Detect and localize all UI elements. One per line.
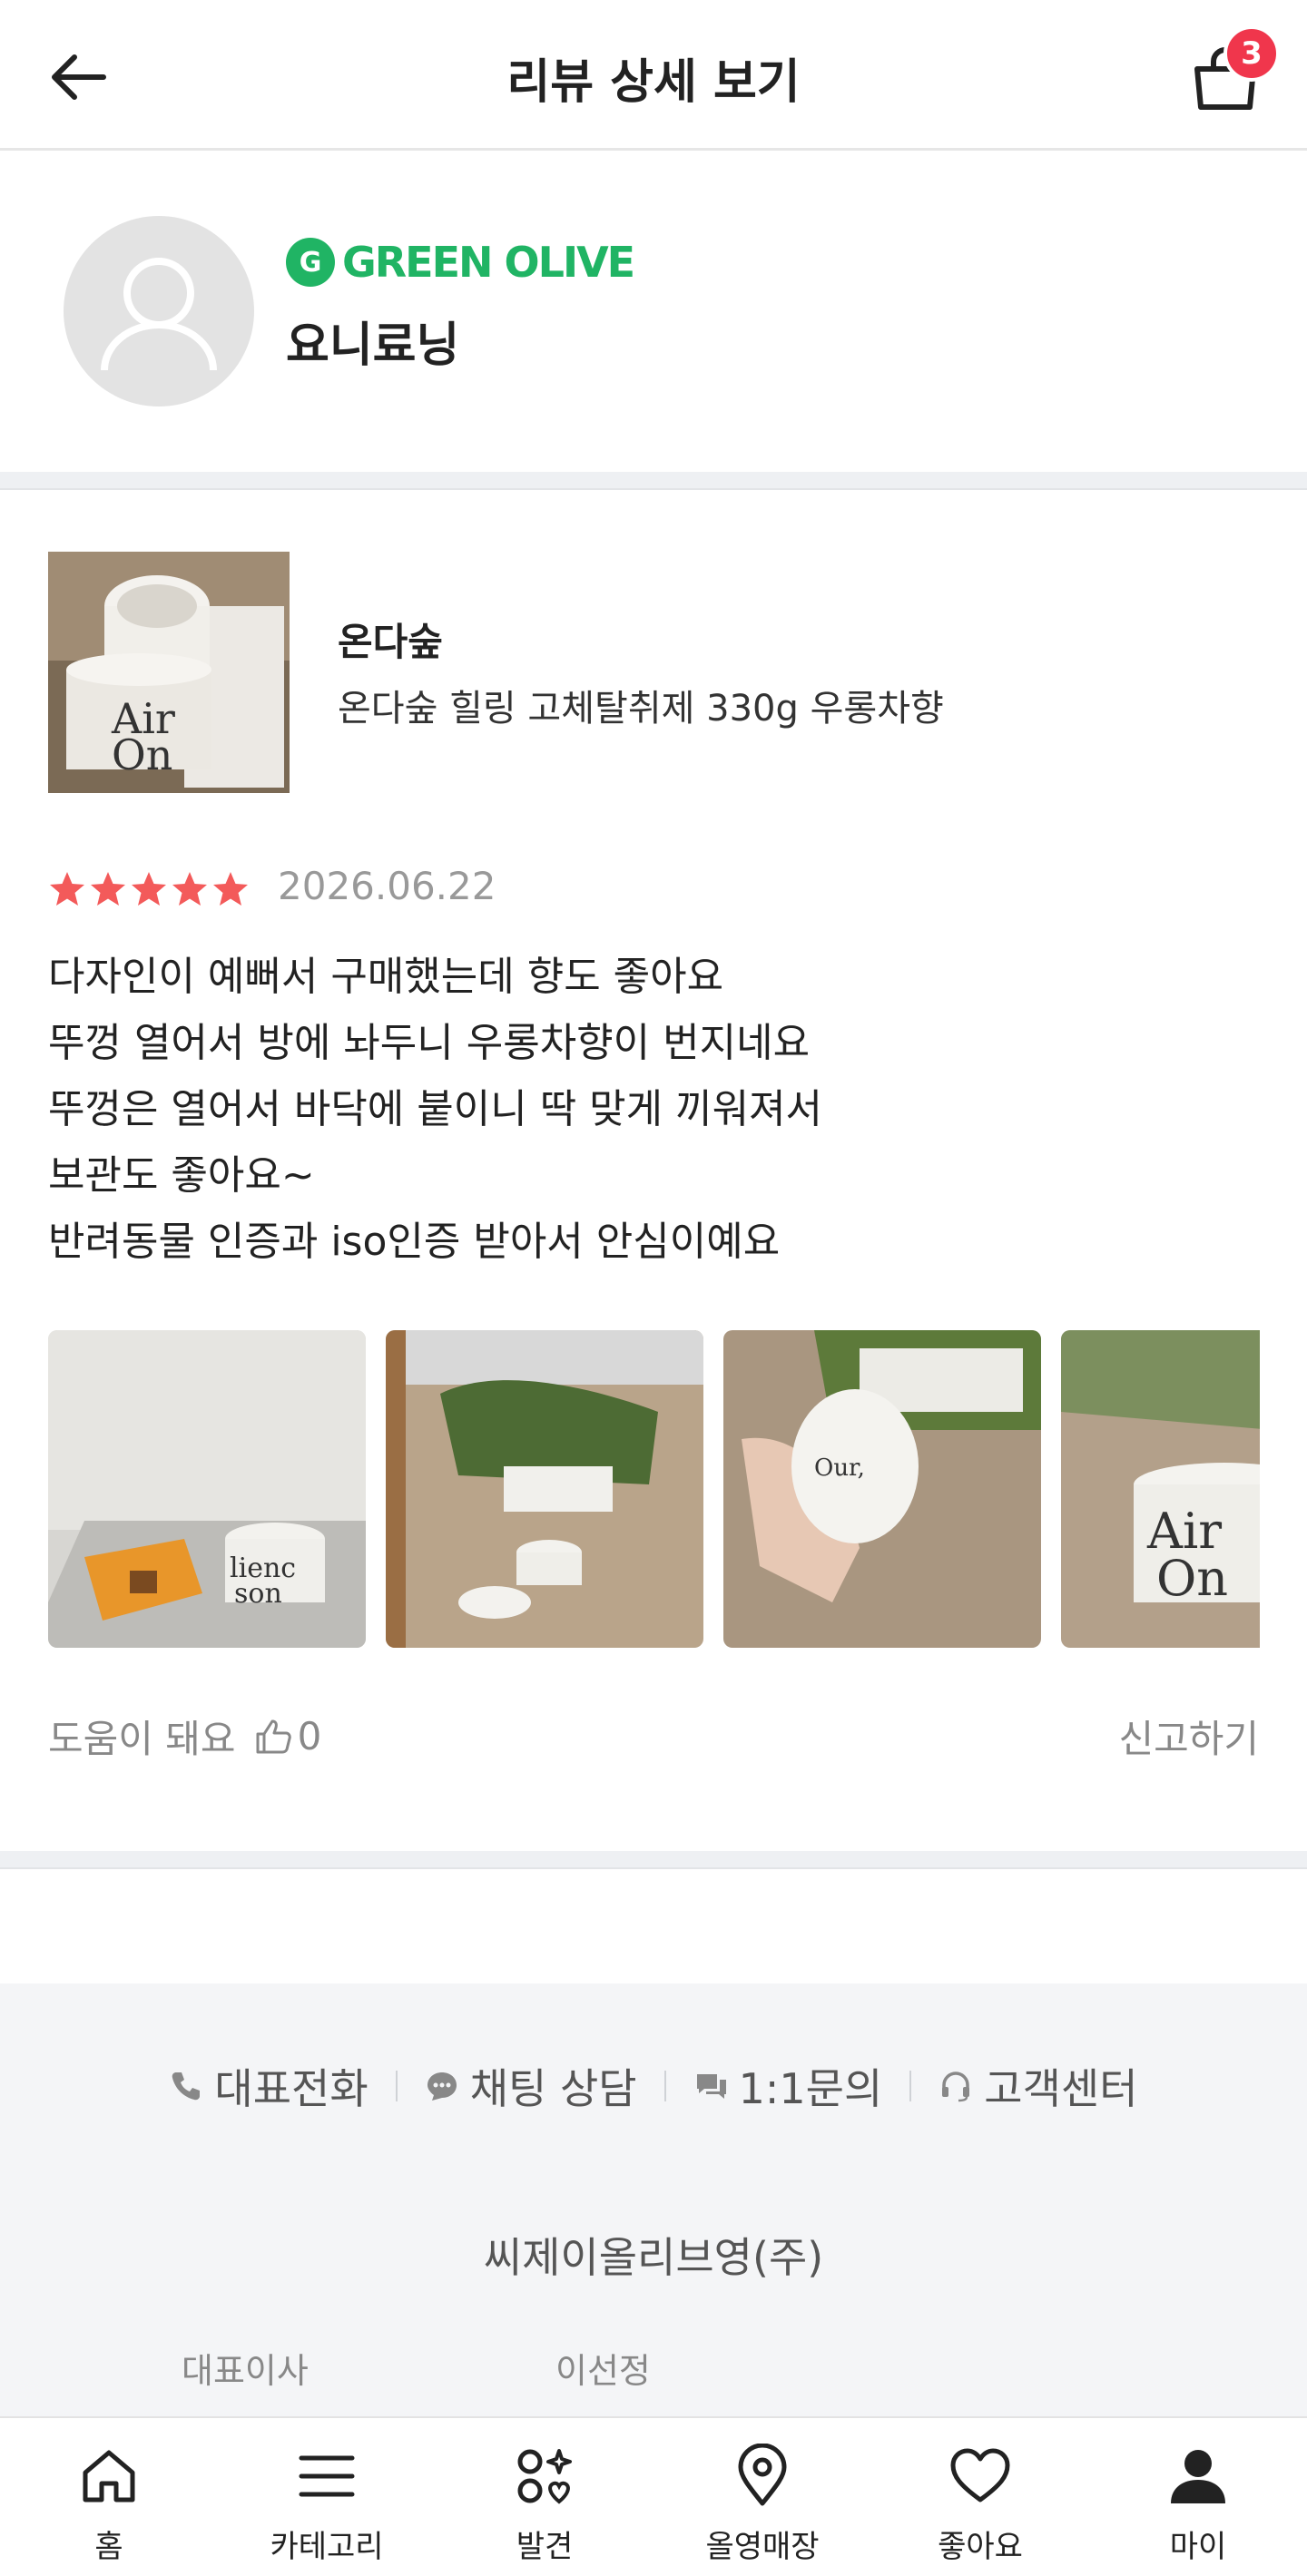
ceo-label: 대표이사 [182,2351,309,2391]
cart-count-badge: 3 [1223,25,1280,82]
star-icon [132,872,166,906]
footer-link-phone[interactable]: 대표전화 [169,2056,369,2116]
section-divider [0,472,1307,490]
footer-link-label: 1:1문의 [738,2064,883,2113]
helpful-count: 0 [297,1714,322,1758]
review-photo[interactable] [386,1330,703,1648]
menu-icon [299,2455,355,2497]
footer-link-inquiry[interactable]: 1:1문의 [693,2056,883,2116]
svg-text:On: On [1156,1550,1228,1607]
section-divider [0,1851,1307,1869]
footer-divider [663,2071,666,2101]
star-icon [91,872,125,906]
nav-label: 발견 [516,2529,574,2565]
member-grade: G GREEN OLIVE [286,238,635,287]
home-icon [83,2450,135,2503]
grade-label: GREEN OLIVE [342,238,635,287]
location-pin-icon [738,2444,787,2506]
nav-item-category[interactable]: 카테고리 [218,2418,436,2576]
nav-label: 올영매장 [705,2529,820,2565]
nav-item-my[interactable]: 마이 [1089,2418,1307,2576]
top-app-bar: 리뷰 상세 보기 3 [0,0,1307,151]
product-thumbnail[interactable]: Air On [48,552,290,793]
review-line: 반려동물 인증과 iso인증 받아서 안심이예요 [48,1219,781,1265]
footer-link-chat[interactable]: 채팅 상담 [425,2056,637,2116]
review-photo[interactable]: lienc son [48,1330,366,1648]
company-name: 씨제이올리브영(주) [483,2233,824,2282]
nav-label: 카테고리 [270,2529,384,2565]
page-title: 리뷰 상세 보기 [506,55,801,110]
chat-bubble-icon [427,2072,457,2101]
product-brand[interactable]: 온다숲 [338,612,443,667]
nav-item-likes[interactable]: 좋아요 [871,2418,1089,2576]
footer-link-label: 고객센터 [984,2064,1138,2113]
svg-text:On: On [112,730,172,779]
product-name[interactable]: 온다숲 힐링 고체탈취제 330g 우롱차향 [338,679,944,731]
footer-link-customer-center[interactable]: 고객센터 [938,2056,1138,2116]
nav-item-discover[interactable]: 발견 [436,2418,654,2576]
review-photo[interactable]: Our, [723,1330,1041,1648]
svg-text:son: son [234,1578,282,1610]
thumbs-up-icon [256,1719,291,1753]
footer-links: 대표전화 채팅 상담 1:1문의 고객센터 [0,2056,1307,2116]
helpful-button[interactable]: 도움이 돼요 0 [48,1709,321,1764]
inquiry-icon [696,2074,726,2099]
review-line: 뚜껑 열어서 방에 놔두니 우롱차향이 번지네요 [48,1020,811,1066]
headset-icon [942,2072,970,2102]
nav-label: 홈 [94,2529,123,2565]
reviewer-nickname: 요니료닝 [286,318,460,373]
star-icon [213,872,248,906]
star-icon [50,872,84,906]
review-date: 2026.06.22 [278,864,496,908]
helpful-label: 도움이 돼요 [48,1717,236,1761]
report-button[interactable]: 신고하기 [1118,1709,1259,1764]
nav-label: 마이 [1169,2529,1227,2565]
star-icon [172,872,207,906]
footer-divider [395,2071,398,2101]
grade-badge-icon: G [286,238,335,287]
review-line: 보관도 좋아요~ [48,1152,315,1199]
reviewer-profile: G GREEN OLIVE 요니료닝 [0,151,1307,472]
avatar [64,216,254,406]
bottom-navigation: 홈 카테고리 발견 올영매장 좋아요 마이 [0,2416,1307,2576]
person-icon [1171,2450,1225,2503]
review-photo[interactable]: Air On [1061,1330,1260,1648]
discover-icon [517,2449,572,2504]
footer-divider [909,2071,912,2101]
review-photo-strip[interactable]: lienc son Our, Air On [48,1330,1260,1648]
review-line: 뚜껑은 열어서 바닥에 붙이니 딱 맞게 끼워져서 [48,1086,823,1132]
nav-item-store[interactable]: 올영매장 [654,2418,871,2576]
review-text: 다자인이 예뻐서 구매했는데 향도 좋아요 뚜껑 열어서 방에 놔두니 우롱차향… [48,944,1264,1275]
footer-link-label: 대표전화 [214,2064,369,2113]
svg-text:Our,: Our, [814,1455,865,1482]
footer-link-label: 채팅 상담 [469,2064,637,2113]
review-line: 다자인이 예뻐서 구매했는데 향도 좋아요 [48,954,724,1000]
phone-icon [172,2072,201,2101]
nav-item-home[interactable]: 홈 [0,2418,218,2576]
footer: 대표전화 채팅 상담 1:1문의 고객센터 씨제이올리브영(주) 대표이사 이선… [0,1983,1307,2419]
ceo-name: 이선정 [555,2351,651,2391]
nav-label: 좋아요 [938,2529,1023,2565]
rating-stars [47,869,251,909]
heart-icon [950,2448,1010,2503]
